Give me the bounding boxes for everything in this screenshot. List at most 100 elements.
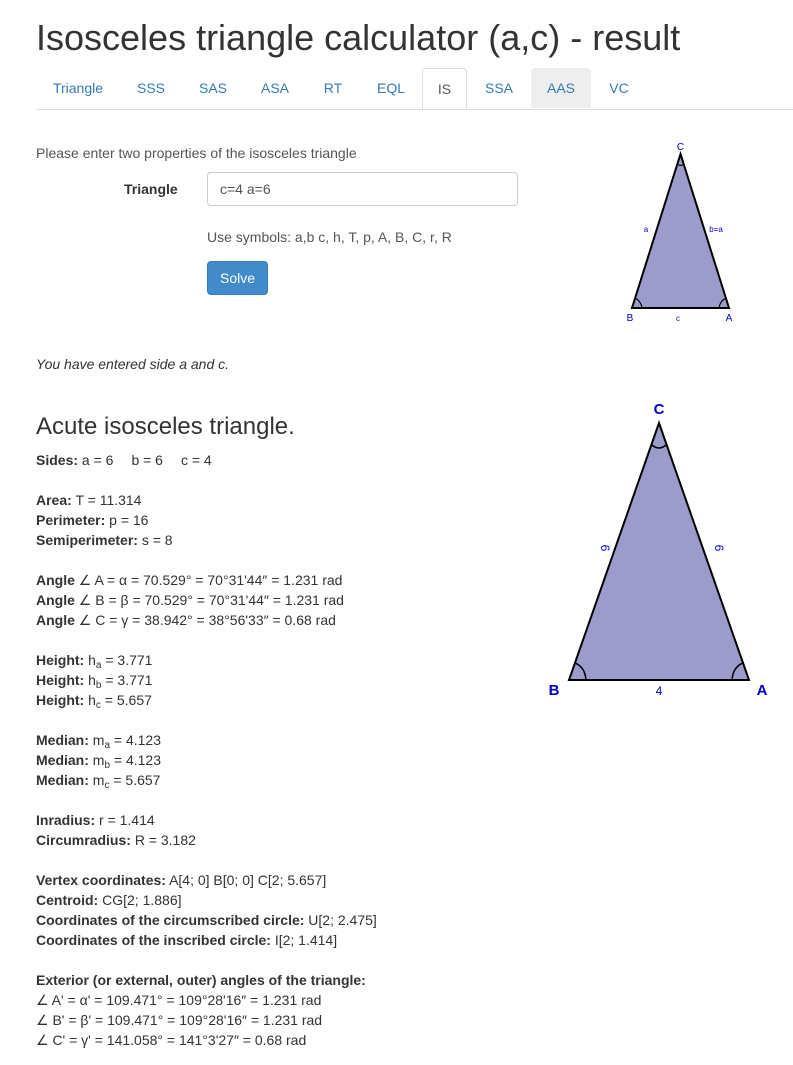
circumcircle-value: U[2; 2.475] — [308, 912, 377, 928]
small-label-side-a: a — [644, 225, 649, 234]
circumradius-value: R = 3.182 — [134, 832, 196, 848]
small-label-c-vertex: C — [677, 142, 684, 153]
symbols-help: Use symbols: a,b c, h, T, p, A, B, C, r,… — [207, 229, 452, 245]
median-c-row: Median: mc = 5.657 — [36, 770, 506, 791]
centroid-row: Centroid: CG[2; 1.886] — [36, 890, 506, 910]
incircle-row: Coordinates of the inscribed circle: I[2… — [36, 930, 506, 950]
triangle-field-label: Triangle — [124, 181, 178, 197]
median-label: Median: — [36, 732, 89, 748]
exterior-angle-b: ∠ B' = β' = 109.471° = 109°28'16″ = 1.23… — [36, 1012, 323, 1028]
result-title: Acute isosceles triangle. — [36, 413, 295, 440]
exterior-angles-title: Exterior (or external, outer) angles of … — [36, 970, 506, 990]
median-symbol: m — [92, 732, 105, 748]
tab-asa[interactable]: ASA — [244, 68, 306, 108]
median-b-row: Median: mb = 4.123 — [36, 750, 506, 771]
tab-sas[interactable]: SAS — [182, 68, 244, 108]
tab-eql[interactable]: EQL — [360, 68, 422, 108]
perimeter-row: Perimeter: p = 16 — [36, 510, 506, 530]
area-label: Area: — [36, 492, 72, 508]
exterior-angles-label: Exterior (or external, outer) angles of … — [36, 972, 366, 988]
median-c-value: = 5.657 — [109, 772, 161, 788]
median-b-value: = 4.123 — [110, 752, 162, 768]
circumcircle-label: Coordinates of the circumscribed circle: — [36, 912, 305, 928]
height-label: Height: — [36, 692, 85, 708]
large-label-b-vertex: B — [549, 682, 560, 699]
semiperimeter-value: s = 8 — [141, 532, 173, 548]
centroid-label: Centroid: — [36, 892, 99, 908]
large-label-side-a: 6 — [598, 545, 612, 552]
height-symbol: h — [88, 652, 96, 668]
triangle-type-tabs: Triangle SSS SAS ASA RT EQL IS SSA AAS V… — [36, 68, 793, 110]
height-label: Height: — [36, 652, 85, 668]
tab-triangle[interactable]: Triangle — [36, 68, 120, 108]
vertex-coordinates-row: Vertex coordinates: A[4; 0] B[0; 0] C[2;… — [36, 870, 506, 890]
median-symbol: m — [92, 772, 105, 788]
inradius-value: r = 1.414 — [99, 812, 155, 828]
perimeter-label: Perimeter: — [36, 512, 106, 528]
angle-b-row: Angle ∠ B = β = 70.529° = 70°31'44″ = 1.… — [36, 590, 506, 610]
perimeter-value: p = 16 — [109, 512, 149, 528]
small-label-b-vertex: B — [627, 313, 634, 324]
centroid-value: CG[2; 1.886] — [102, 892, 182, 908]
semiperimeter-row: Semiperimeter: s = 8 — [36, 530, 506, 550]
entered-summary: You have entered side a and c. — [36, 356, 230, 372]
circumcircle-row: Coordinates of the circumscribed circle:… — [36, 910, 506, 930]
small-triangle-diagram: C B A a b=a c — [627, 142, 733, 324]
inradius-row: Inradius: r = 1.414 — [36, 810, 506, 830]
large-label-c-vertex: C — [654, 401, 665, 418]
angle-b-value: ∠ B = β = 70.529° = 70°31'44″ = 1.231 ra… — [78, 592, 344, 608]
height-a-row: Height: ha = 3.771 — [36, 650, 506, 671]
exterior-angle-c: ∠ C' = γ' = 141.058° = 141°3'27″ = 0.68 … — [36, 1032, 307, 1048]
large-triangle-shape — [567, 419, 751, 681]
large-label-side-b: 6 — [712, 545, 726, 552]
median-a-row: Median: ma = 4.123 — [36, 730, 506, 751]
vertex-coordinates-value: A[4; 0] B[0; 0] C[2; 5.657] — [169, 872, 327, 888]
median-symbol: m — [92, 752, 105, 768]
incircle-label: Coordinates of the inscribed circle: — [36, 932, 271, 948]
height-symbol: h — [88, 692, 96, 708]
large-label-side-c: 4 — [656, 684, 663, 698]
vertex-coordinates-label: Vertex coordinates: — [36, 872, 166, 888]
large-label-a-vertex: A — [757, 682, 768, 699]
sides-label: Sides: — [36, 452, 79, 468]
incircle-value: I[2; 1.414] — [274, 932, 338, 948]
semiperimeter-label: Semiperimeter: — [36, 532, 138, 548]
height-b-row: Height: hb = 3.771 — [36, 670, 506, 691]
height-label: Height: — [36, 672, 85, 688]
side-b-value: b = 6 — [131, 452, 163, 468]
angle-a-value: ∠ A = α = 70.529° = 70°31'44″ = 1.231 ra… — [78, 572, 343, 588]
area-value: T = 11.314 — [75, 492, 142, 508]
median-label: Median: — [36, 752, 89, 768]
tab-rt[interactable]: RT — [306, 68, 360, 108]
small-label-side-b: b=a — [709, 225, 723, 234]
exterior-angle-a: ∠ A' = α' = 109.471° = 109°28'16″ = 1.23… — [36, 992, 322, 1008]
height-symbol: h — [88, 672, 96, 688]
solve-button[interactable]: Solve — [207, 261, 268, 295]
angle-c-value: ∠ C = γ = 38.942° = 38°56'33″ = 0.68 rad — [78, 612, 336, 628]
form-hint: Please enter two properties of the isosc… — [36, 145, 357, 161]
circumradius-row: Circumradius: R = 3.182 — [36, 830, 506, 850]
tab-aas[interactable]: AAS — [531, 68, 591, 108]
circumradius-label: Circumradius: — [36, 832, 131, 848]
inradius-label: Inradius: — [36, 812, 96, 828]
angle-label: Angle — [36, 572, 75, 588]
tab-ssa[interactable]: SSA — [467, 68, 531, 108]
tab-vc[interactable]: VC — [591, 68, 647, 108]
large-triangle-diagram: C B A 6 6 4 — [549, 401, 768, 699]
tab-is[interactable]: IS — [422, 68, 467, 109]
triangle-input[interactable] — [207, 172, 518, 206]
small-label-side-c: c — [676, 314, 680, 323]
angle-c-row: Angle ∠ C = γ = 38.942° = 38°56'33″ = 0.… — [36, 610, 506, 630]
small-label-a-vertex: A — [726, 313, 733, 324]
median-a-value: = 4.123 — [110, 732, 162, 748]
height-c-row: Height: hc = 5.657 — [36, 690, 506, 711]
median-label: Median: — [36, 772, 89, 788]
tab-sss[interactable]: SSS — [120, 68, 182, 108]
angle-a-row: Angle ∠ A = α = 70.529° = 70°31'44″ = 1.… — [36, 570, 506, 590]
height-b-value: = 3.771 — [101, 672, 153, 688]
height-a-value: = 3.771 — [101, 652, 153, 668]
angle-label: Angle — [36, 592, 75, 608]
page-title: Isosceles triangle calculator (a,c) - re… — [36, 17, 681, 58]
side-c-value: c = 4 — [180, 452, 212, 468]
results-panel: Sides: a = 6b = 6c = 4 Area: T = 11.314 … — [36, 450, 506, 1050]
